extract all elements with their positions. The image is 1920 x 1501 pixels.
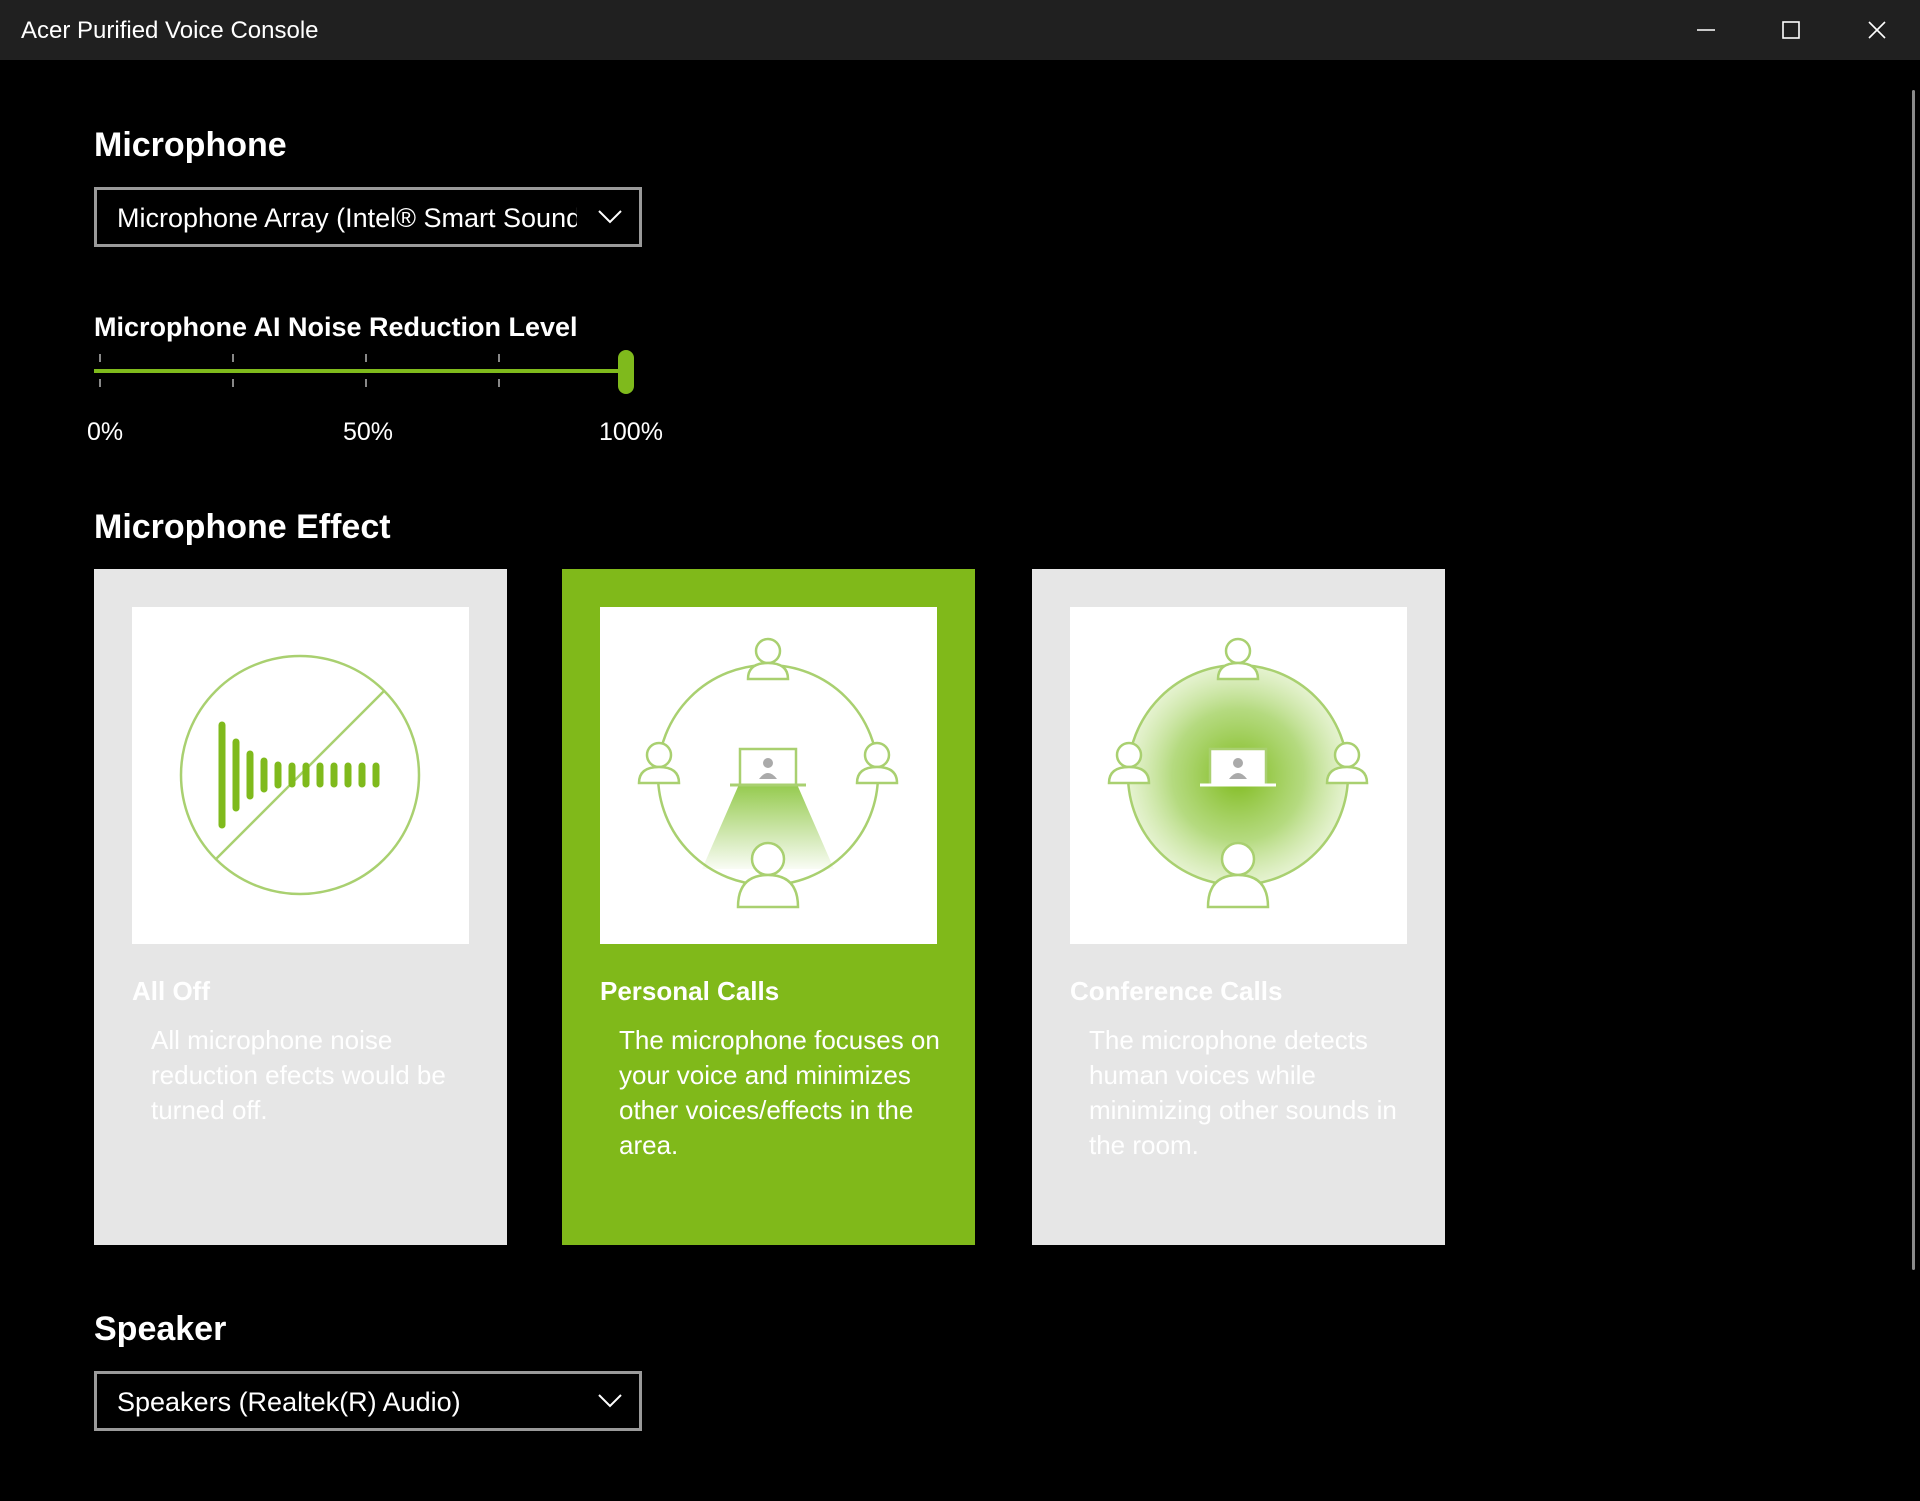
maximize-button[interactable] (1748, 0, 1834, 60)
card-title: Personal Calls (600, 976, 780, 1006)
slider-tick (99, 354, 101, 362)
card-image (132, 607, 469, 944)
maximize-icon (1782, 21, 1800, 39)
scrollbar-thumb[interactable] (1912, 90, 1915, 1270)
app-title: Acer Purified Voice Console (21, 17, 319, 44)
effect-card-conference-calls[interactable]: Conference Calls The microphone detects … (1032, 569, 1445, 1245)
speaker-device-value: Speakers (Realtek(R) Audio) (117, 1387, 461, 1417)
sound-off-icon (179, 654, 421, 896)
slider-tick (99, 379, 101, 387)
minimize-icon (1697, 29, 1715, 31)
conference-calls-icon (1107, 637, 1369, 909)
vertical-scrollbar[interactable] (1910, 60, 1920, 1501)
card-description: The microphone focuses on your voice and… (619, 1025, 940, 1160)
chevron-down-icon (598, 210, 622, 224)
slider-label-min: 0% (87, 418, 124, 446)
card-title: Conference Calls (1070, 976, 1283, 1006)
noise-reduction-title: Microphone AI Noise Reduction Level (94, 312, 578, 342)
card-image (1070, 607, 1407, 944)
close-icon (1868, 21, 1886, 39)
slider-tick (498, 379, 500, 387)
slider-tick (232, 354, 234, 362)
microphone-section-title: Microphone (94, 126, 287, 164)
slider-label-max: 100% (599, 418, 663, 446)
chevron-down-icon (598, 1394, 622, 1408)
slider-tick (232, 379, 234, 387)
slider-tick (365, 354, 367, 362)
slider-tick (365, 379, 367, 387)
personal-calls-icon (637, 637, 899, 909)
slider-label-mid: 50% (343, 418, 394, 446)
microphone-effect-section-title: Microphone Effect (94, 508, 391, 546)
speaker-section-title: Speaker (94, 1310, 227, 1348)
minimize-button[interactable] (1663, 0, 1749, 60)
title-bar: Acer Purified Voice Console (0, 0, 1920, 60)
close-button[interactable] (1834, 0, 1920, 60)
main-content: Microphone Microphone Array (Intel® Smar… (0, 60, 1910, 1501)
microphone-device-value: Microphone Array (Intel® Smart Sound Tec… (117, 203, 577, 233)
effect-card-all-off[interactable]: All Off All microphone noise reduction e… (94, 569, 507, 1245)
card-description: The microphone detects human voices whil… (1089, 1025, 1397, 1160)
effect-card-personal-calls[interactable]: Personal Calls The microphone focuses on… (562, 569, 975, 1245)
slider-thumb[interactable] (618, 350, 634, 394)
card-description: All microphone noise reduction efects wo… (151, 1025, 446, 1125)
microphone-device-dropdown[interactable]: Microphone Array (Intel® Smart Sound Tec… (94, 187, 642, 247)
speaker-device-dropdown[interactable]: Speakers (Realtek(R) Audio) (94, 1371, 642, 1431)
noise-reduction-slider[interactable] (94, 350, 634, 410)
slider-tick (498, 354, 500, 362)
card-image (600, 607, 937, 944)
slider-track[interactable] (94, 369, 626, 373)
card-title: All Off (132, 976, 210, 1006)
